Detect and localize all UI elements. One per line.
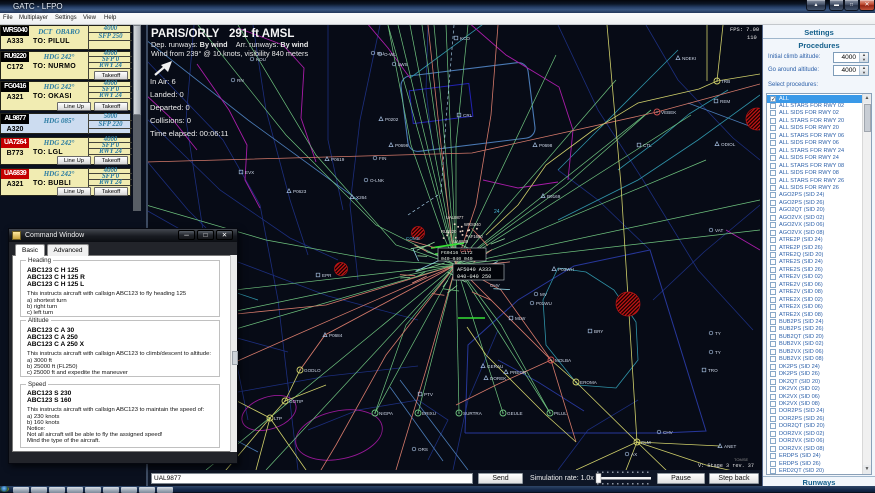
- svg-text:040-040 250: 040-040 250: [457, 274, 491, 280]
- svg-text:GODLO: GODLO: [304, 368, 321, 373]
- svg-text:MLW: MLW: [515, 316, 526, 321]
- svg-text:P0202: P0202: [385, 117, 399, 122]
- svg-text:MOLBA: MOLBA: [555, 358, 572, 363]
- svg-text:In Air: 6: In Air: 6: [150, 77, 176, 86]
- svg-text:FIN: FIN: [379, 156, 386, 161]
- svg-text:TY: TY: [715, 331, 721, 336]
- svg-text:AF5040 A333: AF5040 A333: [457, 267, 491, 273]
- svg-text:Landed: 0: Landed: 0: [150, 90, 184, 99]
- svg-text:110: 110: [747, 35, 757, 41]
- svg-text:P0684: P0684: [329, 333, 343, 338]
- svg-text:VAT: VAT: [715, 228, 723, 233]
- svg-text:AF1680: AF1680: [468, 234, 483, 239]
- svg-text:Dep. runways: By wind Arr.: Dep. runways: By wind Arr. runways: By w…: [151, 40, 308, 49]
- svg-text:LWS: LWS: [398, 62, 408, 67]
- svg-text:PARIS/ORLY 291 ft AMSL: PARIS/ORLY 291 ft AMSL: [151, 28, 294, 40]
- svg-text:B9169: B9169: [547, 194, 561, 199]
- svg-text:GOTIP: GOTIP: [289, 399, 303, 404]
- svg-text:EPR: EPR: [322, 273, 332, 278]
- svg-text:P0696: P0696: [395, 143, 409, 148]
- svg-text:Time elapsed: 00:06:11: Time elapsed: 00:06:11: [150, 129, 229, 138]
- svg-text:Wind from 239° @ 10 knots, vis: Wind from 239° @ 10 knots, visibility 84…: [151, 49, 308, 58]
- svg-text:Departed: 0: Departed: 0: [150, 103, 190, 112]
- svg-text:BRY: BRY: [594, 329, 603, 334]
- svg-text:NDEKI: NDEKI: [682, 56, 696, 61]
- svg-text:TRB: TRB: [721, 79, 730, 84]
- svg-text:PREOR: PREOR: [510, 370, 527, 375]
- svg-text:CHV: CHV: [663, 430, 674, 435]
- svg-text:GERAU: GERAU: [487, 364, 503, 369]
- svg-text:RN: RN: [237, 78, 244, 83]
- svg-text:REM: REM: [720, 99, 730, 104]
- svg-text:WRS040: WRS040: [464, 222, 481, 227]
- svg-text:SURTRA: SURTRA: [463, 411, 483, 416]
- svg-text:MV: MV: [540, 292, 548, 297]
- svg-text:DOREK: DOREK: [490, 376, 507, 381]
- svg-text:ORS: ORS: [418, 447, 428, 452]
- svg-text:P01WU: P01WU: [536, 301, 552, 306]
- svg-text:EROMA: EROMA: [580, 380, 598, 385]
- svg-text:P0623: P0623: [293, 189, 307, 194]
- svg-text:AX: AX: [631, 452, 637, 457]
- svg-text:EVX: EVX: [245, 170, 254, 175]
- svg-text:V: Stage 3 rev. 37: V: Stage 3 rev. 37: [698, 463, 754, 469]
- svg-text:O-WL: O-WL: [384, 52, 396, 57]
- svg-text:FPS: 7.00: FPS: 7.00: [730, 27, 759, 33]
- svg-text:GEULE: GEULE: [507, 411, 523, 416]
- svg-text:PILUL: PILUL: [554, 411, 567, 416]
- svg-text:KCO: KCO: [460, 36, 470, 41]
- svg-text:VEBEK: VEBEK: [661, 110, 677, 115]
- svg-text:P0619: P0619: [331, 157, 345, 162]
- svg-text:UAL9877: UAL9877: [446, 215, 464, 220]
- svg-text:P0698: P0698: [539, 143, 553, 148]
- svg-text:CLM: CLM: [641, 440, 651, 445]
- svg-text:PTV: PTV: [424, 392, 434, 397]
- svg-text:TOMSE: TOMSE: [734, 457, 748, 462]
- svg-text:Collisions: 0: Collisions: 0: [150, 116, 191, 125]
- svg-text:NIGPA: NIGPA: [379, 411, 394, 416]
- svg-text:CRL: CRL: [463, 113, 473, 118]
- svg-text:P03WH: P03WH: [558, 267, 574, 272]
- svg-text:ANET: ANET: [724, 444, 736, 449]
- svg-text:TY: TY: [715, 350, 721, 355]
- svg-text:LTP: LTP: [274, 416, 282, 421]
- svg-text:CST2: CST2: [460, 248, 472, 253]
- svg-text:040-040 040: 040-040 040: [441, 256, 473, 262]
- svg-text:CHV: CHV: [490, 283, 501, 288]
- svg-text:O-LNK: O-LNK: [370, 178, 385, 183]
- svg-text:RU9220: RU9220: [441, 229, 457, 234]
- svg-text:24: 24: [494, 209, 500, 215]
- svg-text:ERIXU: ERIXU: [422, 411, 436, 416]
- svg-text:ODIOL: ODIOL: [721, 142, 736, 147]
- svg-text:COMB: COMB: [406, 236, 420, 241]
- svg-text:TRO: TRO: [708, 368, 718, 373]
- svg-text:UA6839: UA6839: [453, 239, 469, 244]
- svg-text:X264: X264: [356, 195, 367, 200]
- svg-text:CTL: CTL: [643, 143, 652, 148]
